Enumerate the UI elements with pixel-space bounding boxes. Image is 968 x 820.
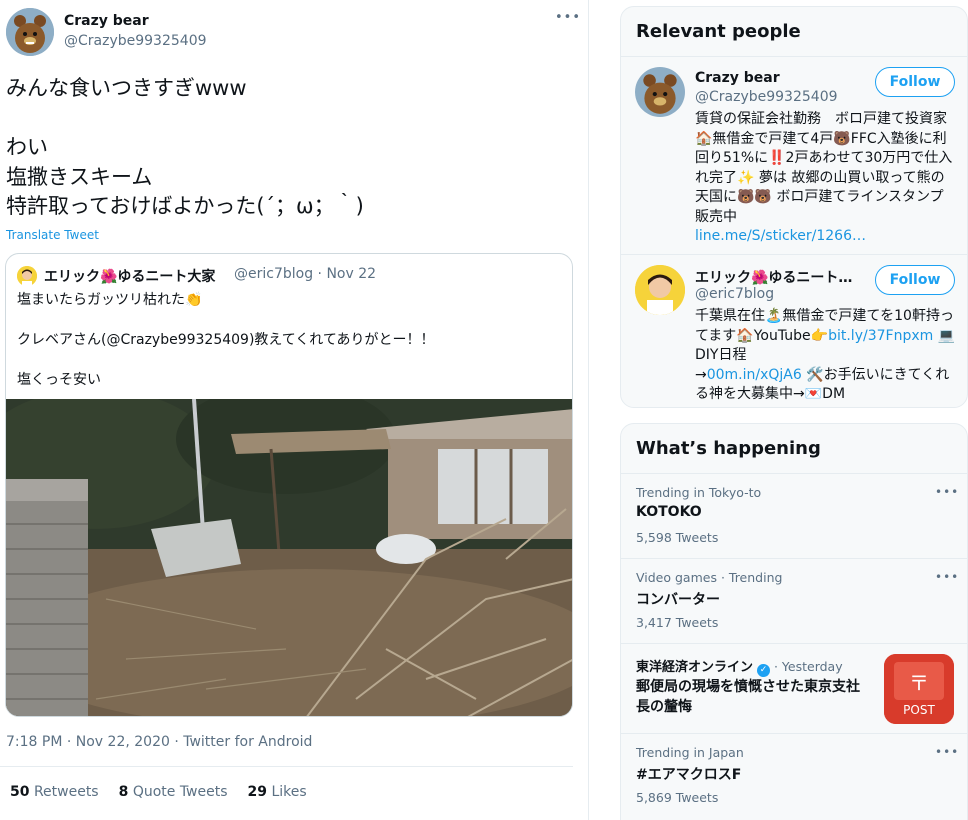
- quoted-tweet[interactable]: エリック🌺ゆるニート大家 @eric7blog · Nov 22 塩まいたらガッ…: [5, 253, 573, 717]
- trend-context: Trending in Japan: [636, 745, 744, 760]
- trend-context: Trending in Tokyo-to: [636, 485, 762, 500]
- person-bio: 千葉県在住🏝️無借金で戸建てを10軒持ってます🏠YouTube👉bit.ly/3…: [695, 308, 956, 402]
- quoted-author-name: エリック🌺ゆるニート大家: [44, 269, 216, 285]
- trend-item[interactable]: Trending in Japan #エアマクロスF 5,869 Tweets …: [621, 734, 967, 819]
- relevant-people-panel: Relevant people Crazy bear @Crazybe99325…: [620, 6, 968, 408]
- tweet-detail: Crazy bear @Crazybe99325409 ••• みんな食いつきす…: [0, 0, 589, 820]
- divider: [0, 766, 573, 767]
- retweets-stat[interactable]: 50 Retweets: [10, 784, 99, 800]
- author-avatar[interactable]: [6, 8, 54, 56]
- person-card[interactable]: Crazy bear @Crazybe99325409 Follow 賃貸の保証…: [621, 57, 967, 255]
- trend-item[interactable]: Video games · Trending コンバーター 3,417 Twee…: [621, 559, 967, 644]
- news-source: 東洋経済オンライン ✓ · Yesterday: [636, 659, 843, 677]
- news-thumbnail[interactable]: 〒 POST: [884, 654, 954, 724]
- more-icon[interactable]: •••: [935, 485, 959, 499]
- person-handle[interactable]: @eric7blog: [695, 286, 774, 302]
- likes-stat[interactable]: 29 Likes: [248, 784, 307, 800]
- trend-name: コンバーター: [636, 592, 720, 608]
- quoted-tweet-text: 塩まいたらガッツリ枯れた👏 クレベアさん(@Crazybe99325409)教え…: [17, 292, 435, 388]
- news-thumbnail-text: POST: [903, 703, 935, 717]
- trend-name: #エアマクロスF: [636, 767, 742, 783]
- news-headline: 郵便局の現場を憤慨させた東京支社長の釐悔: [636, 679, 860, 715]
- author-handle[interactable]: @Crazybe99325409: [64, 33, 207, 49]
- person-handle[interactable]: @Crazybe99325409: [695, 89, 838, 105]
- trend-tweet-count: 5,598 Tweets: [636, 530, 719, 545]
- quoted-tweet-photo[interactable]: [6, 399, 573, 717]
- whats-happening-panel: What’s happening Trending in Tokyo-to KO…: [620, 423, 968, 820]
- relevant-people-title: Relevant people: [621, 7, 967, 57]
- bio-link[interactable]: 00m.in/xQjA6: [707, 367, 802, 383]
- quoted-author-avatar: [17, 266, 37, 286]
- whats-happening-title: What’s happening: [621, 424, 967, 474]
- person-avatar[interactable]: [635, 67, 685, 117]
- person-name[interactable]: Crazy bear: [695, 70, 780, 86]
- trend-name: KOTOKO: [636, 504, 702, 520]
- bio-link[interactable]: bit.ly/37Fnpxm: [828, 328, 933, 344]
- tweet-timestamp[interactable]: 7:18 PM · Nov 22, 2020 · Twitter for And…: [6, 734, 312, 750]
- follow-button[interactable]: Follow: [875, 265, 955, 295]
- follow-button[interactable]: Follow: [875, 67, 955, 97]
- more-icon[interactable]: •••: [935, 745, 959, 759]
- trend-item[interactable]: Trending in Tokyo-to KOTOKO 5,598 Tweets…: [621, 474, 967, 559]
- trend-tweet-count: 3,417 Tweets: [636, 615, 719, 630]
- person-bio: 賃貸の保証会社勤務 ボロ戸建て投資家🏠無借金で戸建て4戸🐻FFC入塾後に利回り5…: [695, 111, 953, 244]
- person-avatar[interactable]: [635, 265, 685, 315]
- author-name[interactable]: Crazy bear: [64, 13, 149, 29]
- tweet-stats: 50 Retweets 8 Quote Tweets 29 Likes: [10, 784, 307, 800]
- tweet-text: みんな食いつきすぎwww わい 塩撒きスキーム 特許取っておけばよかった(´；ω…: [6, 76, 364, 218]
- bio-link[interactable]: line.me/S/sticker/1266…: [695, 228, 866, 244]
- verified-icon: ✓: [757, 664, 770, 677]
- quoted-author-handle: @eric7blog · Nov 22: [234, 266, 377, 282]
- person-name[interactable]: エリック🌺ゆるニート…: [695, 267, 852, 287]
- svg-text:〒: 〒: [909, 671, 929, 695]
- trend-tweet-count: 5,869 Tweets: [636, 790, 719, 805]
- trend-context: Video games · Trending: [636, 570, 783, 585]
- news-item[interactable]: 東洋経済オンライン ✓ · Yesterday 郵便局の現場を憤慨させた東京支社…: [621, 644, 967, 734]
- person-card[interactable]: エリック🌺ゆるニート… @eric7blog Follow 千葉県在住🏝️無借金…: [621, 255, 967, 407]
- more-icon[interactable]: •••: [555, 10, 581, 25]
- translate-link[interactable]: Translate Tweet: [6, 228, 99, 242]
- quote-tweets-stat[interactable]: 8 Quote Tweets: [119, 784, 228, 800]
- more-icon[interactable]: •••: [935, 570, 959, 584]
